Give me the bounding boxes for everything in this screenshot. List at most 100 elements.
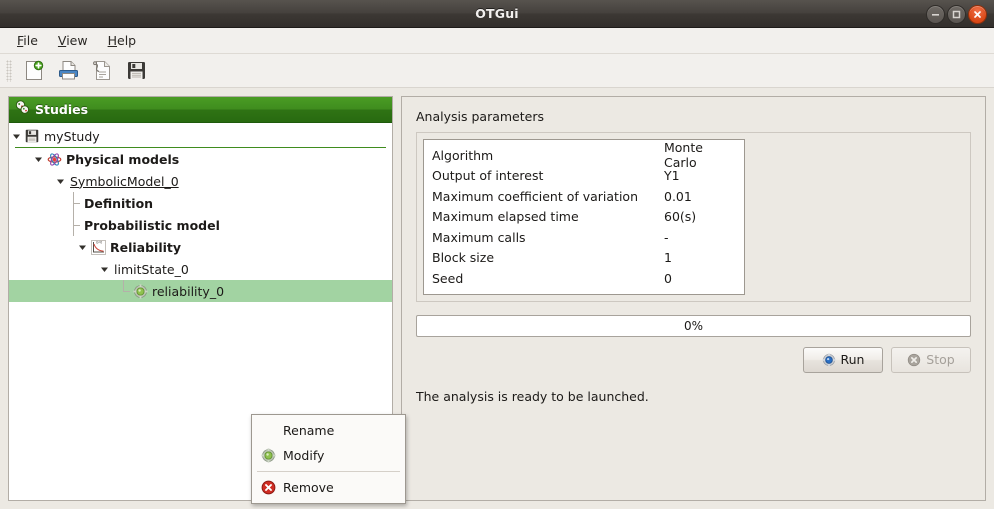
analysis-parameters-title: Analysis parameters xyxy=(416,109,971,124)
expand-arrow-down-icon[interactable] xyxy=(97,265,111,274)
tree-item-reliability-0[interactable]: reliability_0 xyxy=(9,280,392,302)
stop-button[interactable]: Stop xyxy=(891,347,971,373)
open-study-button[interactable] xyxy=(53,57,83,85)
otgui-window: OTGui File View xyxy=(0,0,994,509)
menu-view-rest: iew xyxy=(66,33,87,48)
menu-help-rest: elp xyxy=(117,33,136,48)
maximize-icon xyxy=(952,10,961,19)
param-key: Maximum coefficient of variation xyxy=(432,189,664,204)
param-key: Block size xyxy=(432,250,664,265)
progress-area: 0% xyxy=(416,315,971,337)
param-key: Output of interest xyxy=(432,168,664,183)
green-gear-icon xyxy=(260,448,277,463)
toolbar-drag-handle[interactable] xyxy=(6,60,12,82)
new-study-button[interactable] xyxy=(19,57,49,85)
tree-item-label: myStudy xyxy=(41,129,100,144)
menu-view[interactable]: View xyxy=(49,30,97,51)
studies-panel-title: Studies xyxy=(35,102,88,117)
tree-branch-line xyxy=(67,214,81,236)
analysis-parameters-table: Algorithm Monte Carlo Output of interest… xyxy=(423,139,745,295)
analysis-panel: Analysis parameters Algorithm Monte Carl… xyxy=(401,96,986,501)
tree-item-reliability[interactable]: G=0 Reliability xyxy=(9,236,392,258)
table-row: Maximum elapsed time 60(s) xyxy=(424,207,744,228)
param-value: Monte Carlo xyxy=(664,140,736,170)
tree-item-label: limitState_0 xyxy=(111,262,189,277)
green-gear-icon xyxy=(131,284,149,299)
tree-item-label: Probabilistic model xyxy=(81,218,220,233)
context-menu-remove[interactable]: Remove xyxy=(252,475,405,500)
tree-item-probabilistic-model[interactable]: Probabilistic model xyxy=(9,214,392,236)
tree-item-symbolicmodel-0[interactable]: SymbolicModel_0 xyxy=(9,170,392,192)
title-bar: OTGui xyxy=(0,0,994,28)
tree-item-label: SymbolicModel_0 xyxy=(67,174,179,189)
menu-help[interactable]: Help xyxy=(99,30,146,51)
table-row: Output of interest Y1 xyxy=(424,166,744,187)
param-key: Algorithm xyxy=(432,148,664,163)
analysis-status-text: The analysis is ready to be launched. xyxy=(416,389,971,404)
import-python-button[interactable] xyxy=(87,57,117,85)
maximize-button[interactable] xyxy=(947,5,966,24)
context-menu: Rename xyxy=(251,414,406,504)
menu-file[interactable]: File xyxy=(8,30,47,51)
main-area: Studies xyxy=(0,88,994,509)
param-value: 0 xyxy=(664,271,736,286)
tree-item-limitstate-0[interactable]: limitState_0 xyxy=(9,258,392,280)
param-value: - xyxy=(664,230,736,245)
new-document-icon xyxy=(24,60,44,81)
save-floppy-icon xyxy=(23,129,41,143)
close-icon xyxy=(973,10,982,19)
blue-gear-icon xyxy=(822,353,836,367)
save-study-button[interactable] xyxy=(121,57,151,85)
analysis-parameters-frame: Algorithm Monte Carlo Output of interest… xyxy=(416,132,971,302)
menu-file-rest: ile xyxy=(23,33,38,48)
table-row: Maximum coefficient of variation 0.01 xyxy=(424,186,744,207)
menu-bar: File View Help xyxy=(0,28,994,54)
studies-panel-header: Studies xyxy=(9,97,392,123)
context-menu-item-label: Rename xyxy=(283,423,334,438)
param-value: 0.01 xyxy=(664,189,736,204)
tree-branch-line xyxy=(67,192,81,214)
import-script-icon xyxy=(92,60,112,81)
param-key: Maximum calls xyxy=(432,230,664,245)
tree-item-label: Reliability xyxy=(107,240,181,255)
menu-view-mnemonic: V xyxy=(58,33,66,48)
param-key: Maximum elapsed time xyxy=(432,209,664,224)
progress-label: 0% xyxy=(684,319,703,333)
analysis-progress-bar: 0% xyxy=(416,315,971,337)
tree-branch-line xyxy=(117,280,131,302)
table-row: Seed 0 xyxy=(424,268,744,289)
context-menu-modify[interactable]: Modify xyxy=(252,443,405,468)
studies-panel: Studies xyxy=(8,96,393,501)
table-row: Block size 1 xyxy=(424,248,744,269)
atom-icon xyxy=(45,152,63,167)
tree-item-physical-models[interactable]: Physical models xyxy=(9,148,392,170)
menu-help-mnemonic: H xyxy=(108,33,117,48)
context-menu-separator xyxy=(257,471,400,472)
table-row: Algorithm Monte Carlo xyxy=(424,145,744,166)
expand-arrow-down-icon[interactable] xyxy=(75,243,89,252)
expand-arrow-down-icon[interactable] xyxy=(53,177,67,186)
expand-arrow-down-icon[interactable] xyxy=(9,132,23,141)
dice-icon xyxy=(15,100,30,119)
context-menu-rename[interactable]: Rename xyxy=(252,418,405,443)
window-controls xyxy=(926,0,987,28)
tree-item-definition[interactable]: Definition xyxy=(9,192,392,214)
run-button[interactable]: Run xyxy=(803,347,883,373)
minimize-button[interactable] xyxy=(926,5,945,24)
close-button[interactable] xyxy=(968,5,987,24)
tree-item-mystudy[interactable]: myStudy xyxy=(9,125,392,147)
remove-red-x-icon xyxy=(260,480,277,495)
open-folder-icon xyxy=(58,60,79,81)
context-menu-item-label: Modify xyxy=(283,448,324,463)
tree-item-label: Physical models xyxy=(63,152,179,167)
table-row: Maximum calls - xyxy=(424,227,744,248)
param-value: 1 xyxy=(664,250,736,265)
grey-stop-icon xyxy=(907,353,921,367)
tree-item-label: reliability_0 xyxy=(149,284,224,299)
save-floppy-icon xyxy=(127,61,146,80)
context-menu-item-label: Remove xyxy=(283,480,334,495)
window-title: OTGui xyxy=(475,6,519,21)
run-button-label: Run xyxy=(841,352,865,367)
minimize-icon xyxy=(931,10,940,19)
expand-arrow-down-icon[interactable] xyxy=(31,155,45,164)
